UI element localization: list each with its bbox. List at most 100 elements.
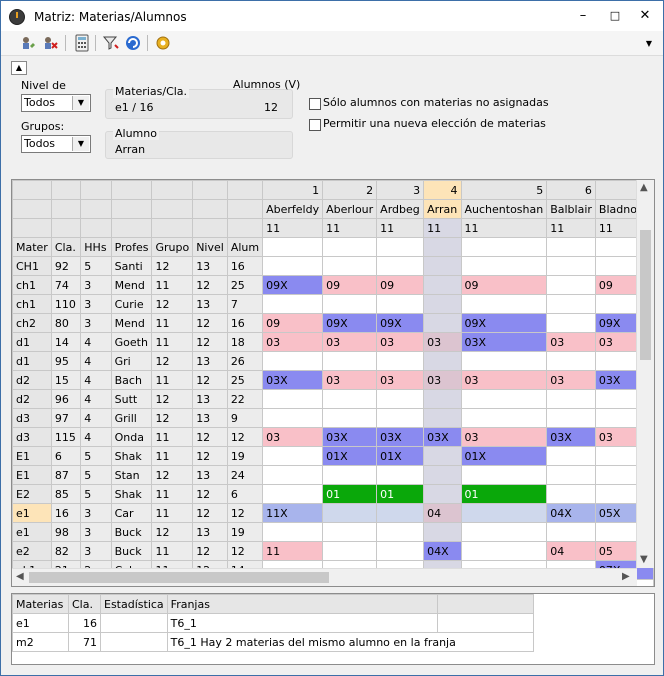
alumnos-cell[interactable]: 22 [226, 389, 264, 409]
conflict-franjas[interactable]: T6_1 Hay 2 materias del mismo alumno en … [166, 632, 534, 652]
nivel-cell[interactable]: 13 [192, 256, 228, 276]
grupo-cell[interactable]: 11 [151, 446, 194, 466]
nivel-cell[interactable]: 13 [192, 408, 228, 428]
assignment-cell[interactable] [423, 389, 462, 409]
column-header[interactable]: Alum [226, 237, 264, 257]
new-choice-checkbox[interactable] [309, 119, 321, 131]
grupo-cell[interactable]: 11 [151, 313, 194, 333]
column-header[interactable]: Nivel [192, 237, 228, 257]
nivel-cell[interactable]: 12 [192, 446, 228, 466]
hhs-cell[interactable]: 4 [80, 408, 112, 428]
grupo-cell[interactable]: 12 [151, 522, 194, 542]
assignment-cell[interactable] [423, 275, 462, 295]
table-row[interactable]: ch1 74 3 Mend 11 12 25 09X 09 09 09 09 [12, 275, 654, 295]
table-row[interactable]: E1 87 5 Stan 12 13 24 [12, 465, 654, 485]
assignment-cell[interactable]: 04X [423, 541, 462, 561]
collapse-button[interactable]: ▲ [11, 61, 27, 75]
hhs-cell[interactable]: 5 [80, 446, 112, 466]
horizontal-scrollbar[interactable]: ◀ ▶ [12, 568, 637, 586]
assignment-cell[interactable]: 09 [262, 313, 324, 333]
materia-cell[interactable]: d2 [12, 389, 52, 409]
materia-cell[interactable]: E1 [12, 446, 52, 466]
assignment-cell[interactable] [546, 351, 596, 371]
cla-cell[interactable]: 98 [50, 522, 82, 542]
nivel-cell[interactable]: 12 [192, 370, 228, 390]
cla-cell[interactable]: 115 [50, 427, 82, 447]
assignment-cell[interactable]: 01 [460, 484, 548, 504]
assignment-cell[interactable] [376, 465, 425, 485]
grupo-cell[interactable]: 11 [151, 370, 194, 390]
alumnos-cell[interactable]: 12 [226, 427, 264, 447]
cla-cell[interactable]: 96 [50, 389, 82, 409]
assignment-cell[interactable]: 03 [262, 332, 324, 352]
header-estadistica[interactable]: Estadística [100, 594, 168, 614]
materia-cell[interactable]: d3 [12, 408, 52, 428]
hhs-cell[interactable]: 4 [80, 351, 112, 371]
profesor-cell[interactable]: Shak [110, 446, 153, 466]
assignment-cell[interactable] [460, 541, 548, 561]
assignment-cell[interactable]: 04X [546, 503, 596, 523]
assignment-cell[interactable]: 11 [262, 541, 324, 561]
column-header[interactable]: Mater [12, 237, 52, 257]
student-name[interactable]: Arran [423, 199, 462, 219]
settings-icon[interactable] [154, 34, 172, 52]
assignment-cell[interactable] [322, 408, 378, 428]
assignment-cell[interactable] [262, 351, 324, 371]
table-row[interactable]: e1 98 3 Buck 12 13 19 [12, 522, 654, 542]
nivel-cell[interactable]: 12 [192, 332, 228, 352]
vertical-scroll-thumb[interactable] [640, 230, 651, 360]
materia-cell[interactable]: ch1 [12, 294, 52, 314]
hhs-cell[interactable]: 4 [80, 370, 112, 390]
student-name[interactable]: Balblair [546, 199, 596, 219]
header-franjas[interactable]: Franjas [166, 594, 438, 614]
assignment-cell[interactable]: 03X [376, 427, 425, 447]
assignment-cell[interactable] [460, 465, 548, 485]
hhs-cell[interactable]: 3 [80, 541, 112, 561]
profesor-cell[interactable]: Sutt [110, 389, 153, 409]
assignment-cell[interactable] [262, 294, 324, 314]
hhs-cell[interactable]: 3 [80, 522, 112, 542]
grupo-cell[interactable]: 12 [151, 256, 194, 276]
materia-cell[interactable]: e1 [12, 522, 52, 542]
profesor-cell[interactable]: Goeth [110, 332, 153, 352]
materia-cell[interactable]: e1 [12, 503, 52, 523]
hhs-cell[interactable]: 3 [80, 294, 112, 314]
assignment-cell[interactable] [460, 408, 548, 428]
table-row[interactable]: d1 14 4 Goeth 11 12 18 03 03 03 03 03X 03 03 [12, 332, 654, 352]
hhs-cell[interactable]: 5 [80, 465, 112, 485]
nivel-cell[interactable]: 13 [192, 294, 228, 314]
assignment-cell[interactable]: 03 [546, 332, 596, 352]
profesor-cell[interactable]: Santi [110, 256, 153, 276]
alumnos-cell[interactable]: 25 [226, 275, 264, 295]
student-name[interactable]: Aberfeldy [262, 199, 324, 219]
table-row[interactable]: E2 85 5 Shak 11 12 6 01 01 01 [12, 484, 654, 504]
assignment-cell[interactable] [546, 522, 596, 542]
hhs-cell[interactable]: 4 [80, 389, 112, 409]
alumnos-cell[interactable]: 24 [226, 465, 264, 485]
assignment-cell[interactable] [376, 503, 425, 523]
cla-cell[interactable]: 85 [50, 484, 82, 504]
conflict-cla[interactable]: 16 [68, 613, 101, 633]
horizontal-scroll-thumb[interactable] [29, 572, 329, 583]
hhs-cell[interactable]: 4 [80, 427, 112, 447]
alumnos-cell[interactable]: 7 [226, 294, 264, 314]
header-materias[interactable]: Materias [12, 594, 69, 614]
assignment-cell[interactable] [546, 446, 596, 466]
table-row[interactable]: e2 82 3 Buck 11 12 12 11 04X 04 05 [12, 541, 654, 561]
conflict-materia[interactable]: e1 [12, 613, 69, 633]
calculator-icon[interactable] [73, 34, 91, 52]
alumnos-cell[interactable]: 12 [226, 503, 264, 523]
assignment-cell[interactable] [546, 256, 596, 276]
assignment-cell[interactable] [322, 294, 378, 314]
nivel-cell[interactable]: 12 [192, 503, 228, 523]
assignment-cell[interactable] [460, 294, 548, 314]
nivel-cell[interactable]: 12 [192, 313, 228, 333]
conflict-cla[interactable]: 71 [68, 632, 101, 652]
assignment-cell[interactable] [322, 522, 378, 542]
assignment-cell[interactable] [376, 541, 425, 561]
materia-cell[interactable]: ch1 [12, 275, 52, 295]
table-row[interactable]: d2 96 4 Sutt 12 13 22 [12, 389, 654, 409]
grupo-cell[interactable]: 11 [151, 541, 194, 561]
materia-cell[interactable]: d2 [12, 370, 52, 390]
table-row[interactable]: d3 115 4 Onda 11 12 12 03 03X 03X 03X 03 03X 03 [12, 427, 654, 447]
